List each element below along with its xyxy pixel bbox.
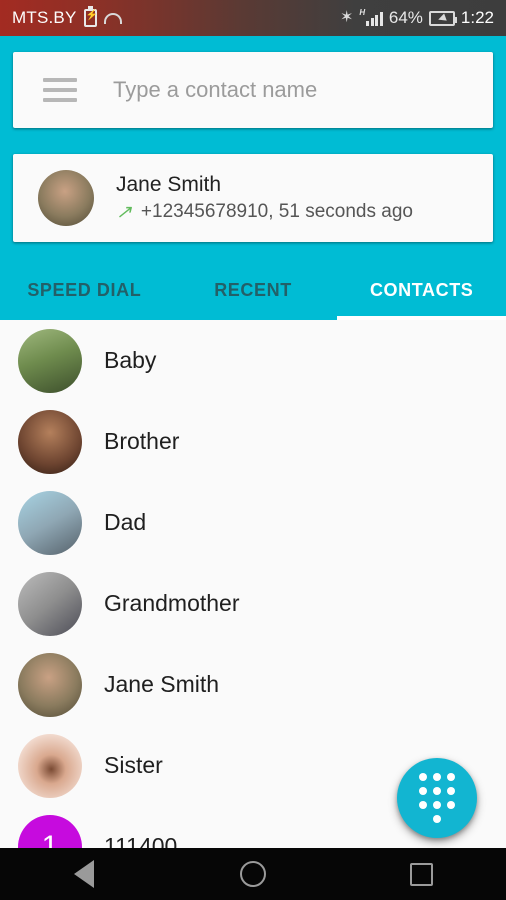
tab-speed-dial[interactable]: SPEED DIAL — [0, 260, 169, 320]
recent-call-details-row: ↗ +12345678910, 51 seconds ago — [116, 201, 413, 223]
search-input[interactable]: Type a contact name — [113, 77, 317, 103]
tab-recent[interactable]: RECENT — [169, 260, 338, 320]
list-item[interactable]: Baby — [0, 320, 506, 401]
list-item[interactable]: Dad — [0, 482, 506, 563]
avatar — [18, 733, 82, 798]
contact-name: Grandmother — [104, 590, 240, 616]
recent-call-name: Jane Smith — [116, 173, 222, 196]
home-button[interactable] — [223, 848, 283, 900]
clock-label: 1:22 — [460, 8, 494, 27]
avatar — [18, 328, 82, 393]
avatar-initial: 1 — [41, 829, 59, 849]
bluetooth-icon: ✶ — [339, 9, 354, 26]
app-header: Type a contact name Jane Smith ↗ +123456… — [0, 36, 506, 320]
tab-contacts[interactable]: CONTACTS — [337, 260, 506, 320]
battery-percent-label: 64% — [388, 8, 423, 27]
list-item[interactable]: Grandmother — [0, 563, 506, 644]
recent-call-text: Jane Smith ↗ +12345678910, 51 seconds ag… — [116, 173, 413, 223]
battery-saver-icon — [83, 6, 98, 27]
status-bar: MTS.BY ✶ H 64% ◀ 1:22 — [0, 0, 506, 36]
status-bar-right: ✶ H 64% ◀ 1:22 — [340, 8, 494, 28]
network-type-label: H — [359, 8, 366, 17]
outgoing-call-arrow-icon: ↗ — [116, 201, 132, 223]
contact-name: Baby — [104, 347, 157, 373]
signal-icon: H — [359, 8, 383, 26]
recents-button[interactable] — [392, 848, 452, 900]
contact-name: 111400 — [104, 833, 178, 848]
hamburger-menu-icon[interactable] — [43, 78, 77, 102]
phone-screen: MTS.BY ✶ H 64% ◀ 1:22 Type a contact nam… — [0, 0, 506, 900]
dialpad-icon — [419, 773, 455, 823]
back-icon — [74, 860, 95, 888]
list-item[interactable]: Jane Smith — [0, 644, 506, 725]
contact-name: Sister — [104, 752, 163, 778]
status-bar-left: MTS.BY — [12, 6, 122, 28]
contact-name: Jane Smith — [104, 671, 220, 697]
recent-call-card[interactable]: Jane Smith ↗ +12345678910, 51 seconds ag… — [13, 154, 493, 242]
carrier-label: MTS.BY — [12, 8, 77, 27]
avatar — [38, 170, 94, 226]
android-nav-bar — [0, 848, 506, 900]
android-icon — [103, 12, 122, 24]
avatar — [18, 652, 82, 717]
contact-name: Dad — [104, 509, 147, 535]
avatar — [18, 571, 82, 636]
search-bar[interactable]: Type a contact name — [13, 52, 493, 128]
contact-name: Brother — [104, 428, 180, 454]
avatar — [18, 409, 82, 474]
avatar — [18, 490, 82, 555]
list-item[interactable]: Brother — [0, 401, 506, 482]
tab-bar: SPEED DIAL RECENT CONTACTS — [0, 260, 506, 320]
recent-call-details: +12345678910, 51 seconds ago — [140, 201, 413, 222]
recents-icon — [410, 862, 434, 886]
battery-icon: ◀ — [428, 10, 457, 26]
avatar: 1 — [18, 814, 82, 849]
home-icon — [239, 861, 266, 887]
dialpad-fab-button[interactable] — [397, 758, 477, 838]
back-button[interactable] — [54, 848, 114, 900]
